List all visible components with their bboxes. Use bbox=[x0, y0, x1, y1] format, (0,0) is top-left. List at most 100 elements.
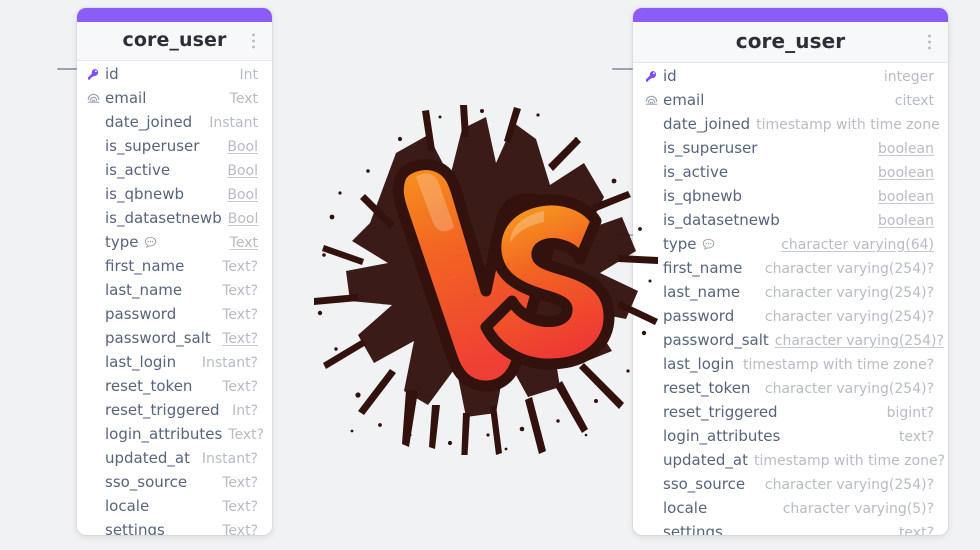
field-type: character varying(5)? bbox=[782, 501, 934, 517]
comment-icon[interactable] bbox=[144, 236, 157, 249]
field-type: character varying(64) bbox=[781, 237, 934, 253]
field-row[interactable]: reset_token character varying(254)? bbox=[635, 379, 948, 403]
field-row[interactable]: locale Text? bbox=[77, 497, 272, 521]
field-row[interactable]: password character varying(254)? bbox=[635, 307, 948, 331]
field-row[interactable]: email Text bbox=[77, 89, 272, 113]
entity-panel-left[interactable]: core_user id Int email Text date_joined Insta… bbox=[77, 8, 272, 535]
field-list-right: id integer email citext date_joined timestamp… bbox=[633, 63, 948, 535]
field-row[interactable]: password_salt character varying(254)? bbox=[635, 331, 948, 355]
entity-panel-right[interactable]: core_user id integer email citext date_joine… bbox=[633, 8, 948, 535]
field-row[interactable]: is_qbnewb boolean bbox=[635, 187, 948, 211]
field-name: is_qbnewb bbox=[105, 185, 185, 203]
field-name: email bbox=[663, 91, 705, 109]
field-type: Text? bbox=[222, 523, 258, 535]
field-row[interactable]: sso_source Text? bbox=[77, 473, 272, 497]
field-type: Text bbox=[229, 91, 258, 107]
field-type: character varying(254)? bbox=[764, 309, 934, 325]
field-row[interactable]: reset_triggered Int? bbox=[77, 401, 272, 425]
field-row[interactable]: email citext bbox=[635, 91, 948, 115]
field-name: id bbox=[105, 65, 119, 83]
diagram-canvas: core_user id Int email Text date_joined Insta… bbox=[0, 0, 980, 550]
field-type: boolean bbox=[878, 189, 934, 205]
field-name: settings bbox=[105, 521, 165, 535]
field-row[interactable]: first_name character varying(254)? bbox=[635, 259, 948, 283]
field-type: Text? bbox=[228, 427, 265, 443]
relationship-connector-right-type bbox=[620, 234, 633, 236]
field-name: is_superuser bbox=[663, 139, 758, 157]
field-type: Int bbox=[239, 67, 259, 83]
entity-header-left: core_user bbox=[77, 22, 272, 61]
field-row[interactable]: is_active boolean bbox=[635, 163, 948, 187]
field-type: Text? bbox=[222, 499, 258, 515]
field-type: boolean bbox=[878, 165, 934, 181]
field-type: boolean bbox=[878, 141, 934, 157]
field-row[interactable]: updated_at timestamp with time zone? bbox=[635, 451, 948, 475]
field-name: is_datasetnewb bbox=[105, 209, 222, 227]
field-row[interactable]: password Text? bbox=[77, 305, 272, 329]
field-row[interactable]: type character varying(64) bbox=[635, 235, 948, 259]
field-type: integer bbox=[883, 69, 934, 85]
field-type: Bool bbox=[227, 187, 258, 203]
field-row[interactable]: is_datasetnewb Bool bbox=[77, 209, 272, 233]
field-type: timestamp with time zone? bbox=[753, 453, 945, 469]
entity-title-left: core_user bbox=[122, 29, 227, 51]
field-row[interactable]: date_joined timestamp with time zone bbox=[635, 115, 948, 139]
field-row[interactable]: date_joined Instant bbox=[77, 113, 272, 137]
field-row[interactable]: id Int bbox=[77, 65, 272, 89]
field-row[interactable]: is_active Bool bbox=[77, 161, 272, 185]
field-type: character varying(254)? bbox=[764, 261, 934, 277]
kebab-menu-icon[interactable] bbox=[924, 32, 935, 53]
field-name: reset_triggered bbox=[105, 401, 220, 419]
field-row[interactable]: is_superuser Bool bbox=[77, 137, 272, 161]
field-name: password_salt bbox=[663, 331, 769, 349]
field-type: Instant bbox=[209, 115, 258, 131]
field-row[interactable]: first_name Text? bbox=[77, 257, 272, 281]
field-name: date_joined bbox=[105, 113, 193, 131]
field-row[interactable]: last_login timestamp with time zone? bbox=[635, 355, 948, 379]
kebab-dot bbox=[252, 33, 255, 37]
field-name: last_login bbox=[663, 355, 735, 373]
field-row[interactable]: settings text? bbox=[635, 523, 948, 535]
field-type: Text? bbox=[222, 307, 258, 323]
field-row[interactable]: reset_triggered bigint? bbox=[635, 403, 948, 427]
entity-accent-bar-right bbox=[633, 8, 948, 22]
field-row[interactable]: is_superuser boolean bbox=[635, 139, 948, 163]
field-name: password bbox=[663, 307, 735, 325]
field-row[interactable]: sso_source character varying(254)? bbox=[635, 475, 948, 499]
field-type: Text bbox=[229, 235, 258, 251]
kebab-dot bbox=[928, 40, 931, 44]
field-row[interactable]: login_attributes text? bbox=[635, 427, 948, 451]
field-type: Text? bbox=[222, 259, 258, 275]
field-row[interactable]: locale character varying(5)? bbox=[635, 499, 948, 523]
field-name: updated_at bbox=[105, 449, 190, 467]
field-row[interactable]: id integer bbox=[635, 67, 948, 91]
field-row[interactable]: is_datasetnewb boolean bbox=[635, 211, 948, 235]
field-name: date_joined bbox=[663, 115, 751, 133]
field-row[interactable]: updated_at Instant? bbox=[77, 449, 272, 473]
field-name: is_active bbox=[663, 163, 729, 181]
comment-icon[interactable] bbox=[702, 238, 715, 251]
kebab-dot bbox=[928, 46, 931, 50]
field-name: settings bbox=[663, 523, 723, 535]
field-type: Text? bbox=[222, 283, 258, 299]
field-row[interactable]: last_name character varying(254)? bbox=[635, 283, 948, 307]
field-type: Instant? bbox=[201, 355, 258, 371]
field-row[interactable]: password_salt Text? bbox=[77, 329, 272, 353]
field-row[interactable]: last_name Text? bbox=[77, 281, 272, 305]
field-row[interactable]: is_qbnewb Bool bbox=[77, 185, 272, 209]
field-row[interactable]: login_attributes Text? bbox=[77, 425, 272, 449]
field-type: Text? bbox=[222, 379, 258, 395]
field-name: updated_at bbox=[663, 451, 748, 469]
field-name: sso_source bbox=[105, 473, 188, 491]
field-row[interactable]: type Text bbox=[77, 233, 272, 257]
field-name: first_name bbox=[663, 259, 743, 277]
field-type: boolean bbox=[878, 213, 934, 229]
field-type: Bool bbox=[227, 163, 258, 179]
kebab-menu-icon[interactable] bbox=[248, 31, 259, 52]
kebab-dot bbox=[252, 39, 255, 43]
field-row[interactable]: settings Text? bbox=[77, 521, 272, 535]
field-name: login_attributes bbox=[663, 427, 781, 445]
field-row[interactable]: reset_token Text? bbox=[77, 377, 272, 401]
field-row[interactable]: last_login Instant? bbox=[77, 353, 272, 377]
field-type: timestamp with time zone? bbox=[742, 357, 934, 373]
